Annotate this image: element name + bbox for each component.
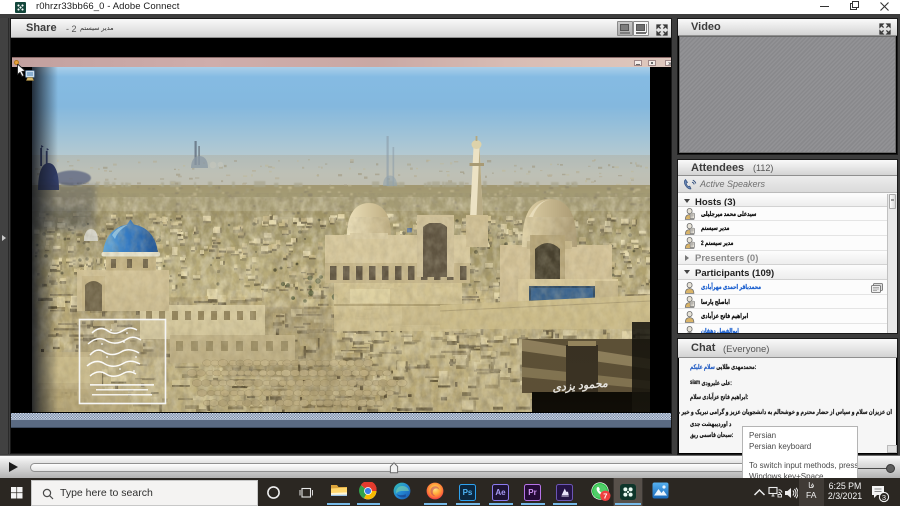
svg-text:7: 7 <box>603 491 607 500</box>
svg-text:3: 3 <box>882 493 886 502</box>
